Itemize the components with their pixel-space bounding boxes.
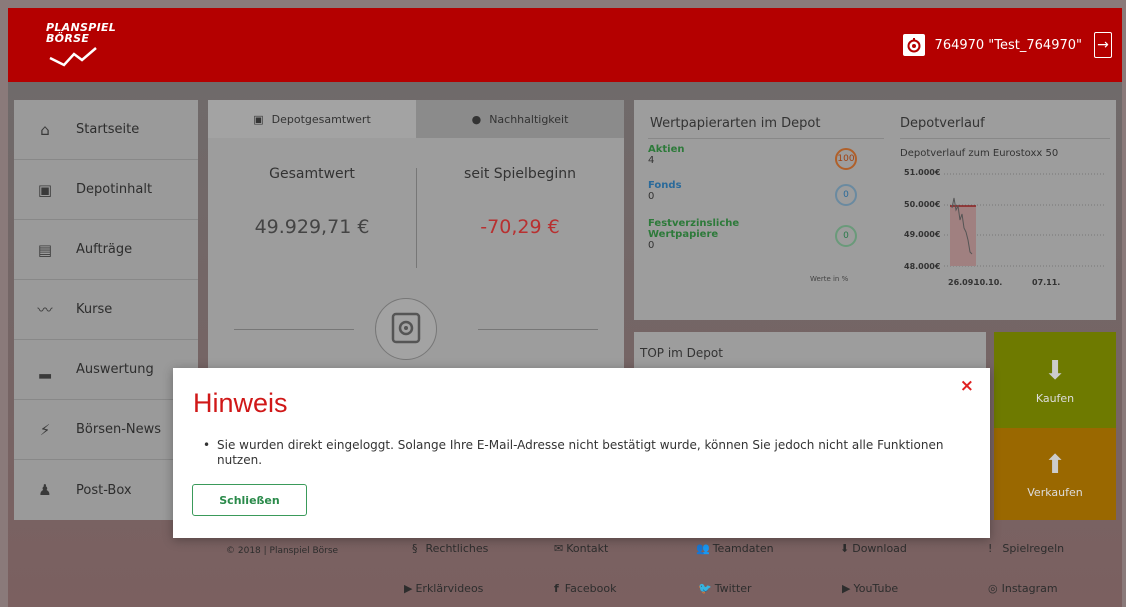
footer-link-youtube[interactable]: ▶ YouTube: [842, 582, 898, 595]
divider: [416, 168, 417, 268]
cart-remove-icon: ⬆: [1044, 449, 1066, 480]
depot-overview-panel: Wertpapierarten im Depot Depotverlauf Ak…: [634, 100, 1116, 320]
exclamation-icon: !: [988, 542, 993, 555]
news-icon: ⚡: [39, 420, 51, 439]
twitter-icon: 🐦: [698, 582, 712, 595]
wp-row-aktien: Aktien 4: [648, 144, 685, 166]
account-info[interactable]: 764970 "Test_764970": [902, 34, 1082, 56]
footer: © 2018 | Planspiel Börse § Rechtliches ✉ K…: [208, 540, 1116, 602]
sidebar-item-auftraege[interactable]: ▤ Aufträge: [14, 220, 198, 280]
account-avatar-icon: [902, 34, 925, 56]
sidebar-item-startseite[interactable]: ⌂ Startseite: [14, 100, 198, 160]
cart-add-icon: ⬇: [1044, 355, 1066, 386]
sidebar-item-boersen-news[interactable]: ⚡ Börsen-News: [14, 400, 198, 460]
mail-icon: ✉: [554, 542, 564, 555]
footer-link-instagram[interactable]: ◎ Instagram: [988, 582, 1058, 595]
gesamtwert-value: 49.929,71 €: [254, 216, 370, 238]
bell-icon: ♟: [38, 481, 52, 499]
modal-title: Hinweis: [193, 388, 288, 418]
download-icon: ⬇: [840, 542, 850, 555]
y-tick: 49.000€: [904, 230, 941, 239]
x-tick: 07.11.: [1032, 278, 1061, 287]
facebook-icon: f: [554, 582, 559, 595]
footer-link-download[interactable]: ⬇ Download: [840, 542, 907, 555]
depotverlauf-chart: [944, 173, 1104, 267]
wertpapierarten-title: Wertpapierarten im Depot: [650, 116, 821, 131]
tab-depotgesamtwert[interactable]: ▣ Depotgesamtwert: [208, 100, 416, 138]
footer-link-twitter[interactable]: 🐦 Twitter: [698, 582, 752, 595]
tab-nachhaltigkeit[interactable]: ● Nachhaltigkeit: [416, 100, 624, 138]
fonds-badge: 0: [835, 184, 857, 206]
verlauf-subtitle: Depotverlauf zum Eurostoxx 50: [900, 148, 1059, 159]
app-header: PLANSPIEL BÖRSE 764970 "Test_764970" →: [8, 8, 1122, 82]
account-name: 764970 "Test_764970": [934, 37, 1082, 53]
divider: [478, 329, 598, 330]
logout-icon[interactable]: →: [1094, 32, 1112, 58]
paragraph-icon: §: [412, 542, 418, 555]
close-icon[interactable]: ×: [960, 376, 974, 396]
sidebar-item-post-box[interactable]: ♟ Post-Box: [14, 460, 198, 520]
instagram-icon: ◎: [988, 582, 998, 595]
footer-link-kontakt[interactable]: ✉ Kontakt: [554, 542, 608, 555]
wp-row-festverzinsliche: Festverzinsliche Wertpapiere 0: [648, 218, 740, 251]
aktien-badge: 100: [835, 148, 857, 170]
planspiel-logo[interactable]: PLANSPIEL BÖRSE: [46, 22, 116, 68]
team-icon: 👥: [696, 542, 710, 555]
divider: [234, 329, 354, 330]
gesamtwert-label: Gesamtwert: [269, 166, 355, 182]
sidebar-item-auswertung[interactable]: ▂ Auswertung: [14, 340, 198, 400]
hinweis-modal: × Hinweis Sie wurden direkt eingeloggt. …: [173, 368, 990, 538]
festverzinsliche-badge: 0: [835, 225, 857, 247]
sidebar-item-depotinhalt[interactable]: ▣ Depotinhalt: [14, 160, 198, 220]
video-icon: ▶: [404, 582, 413, 595]
safe-icon: ▣: [253, 112, 264, 126]
footer-link-erklaervideos[interactable]: ▶ Erklärvideos: [404, 582, 483, 595]
youtube-icon: ▶: [842, 582, 851, 595]
footer-link-facebook[interactable]: f Facebook: [554, 582, 616, 595]
portfolio-icon: ▣: [37, 180, 53, 199]
home-icon: ⌂: [40, 120, 50, 139]
seit-spielbeginn-value: -70,29 €: [480, 216, 560, 238]
verkaufen-button[interactable]: ⬆ Verkaufen: [994, 428, 1116, 520]
globe-icon: ●: [471, 112, 482, 126]
copyright: © 2018 | Planspiel Börse: [226, 546, 339, 556]
depotverlauf-title: Depotverlauf: [900, 116, 985, 131]
schliessen-button[interactable]: Schließen: [192, 484, 307, 516]
footer-link-rechtliches[interactable]: § Rechtliches: [412, 542, 488, 555]
safe-icon: [375, 298, 437, 360]
x-tick: 26.09.: [948, 278, 977, 287]
orders-icon: ▤: [37, 240, 53, 259]
x-tick: 10.10.: [974, 278, 1003, 287]
footer-link-spielregeln[interactable]: ! Spielregeln: [988, 542, 1064, 555]
y-tick: 50.000€: [904, 200, 941, 209]
sidebar: ⌂ Startseite ▣ Depotinhalt ▤ Aufträge 〰 Kurs…: [14, 100, 198, 520]
logo-zigzag-icon: [49, 47, 97, 67]
werte-note: Werte in %: [810, 275, 849, 283]
footer-link-teamdaten[interactable]: 👥 Teamdaten: [696, 542, 774, 555]
kaufen-button[interactable]: ⬇ Kaufen: [994, 332, 1116, 428]
sidebar-item-kurse[interactable]: 〰 Kurse: [14, 280, 198, 340]
modal-message: Sie wurden direkt eingeloggt. Solange Ih…: [203, 438, 973, 468]
chart-icon: ▂: [39, 360, 51, 379]
wp-row-fonds: Fonds 0: [648, 180, 682, 202]
y-tick: 51.000€: [904, 168, 941, 177]
prices-icon: 〰: [37, 301, 53, 319]
y-tick: 48.000€: [904, 262, 941, 271]
seit-spielbeginn-label: seit Spielbeginn: [464, 166, 576, 182]
